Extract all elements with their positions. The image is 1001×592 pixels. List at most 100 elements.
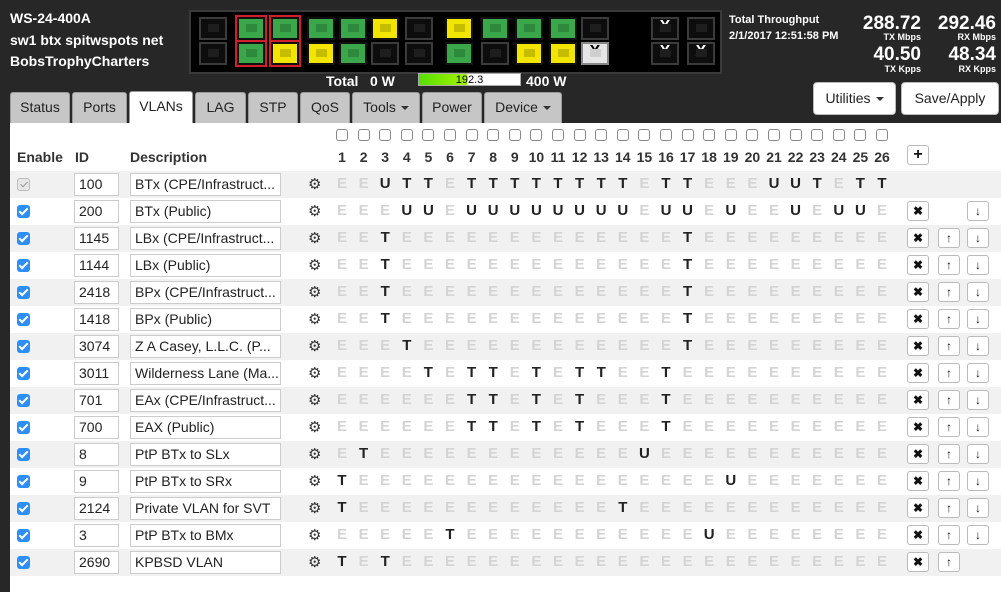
port-membership-cell[interactable]: E: [871, 525, 893, 545]
port-membership-cell[interactable]: E: [504, 471, 526, 491]
port-membership-cell[interactable]: E: [785, 282, 807, 302]
port-membership-cell[interactable]: E: [633, 201, 655, 221]
port-membership-cell[interactable]: E: [417, 309, 439, 329]
port-membership-cell[interactable]: E: [655, 471, 677, 491]
port-membership-cell[interactable]: E: [763, 444, 785, 464]
port-membership-cell[interactable]: U: [677, 201, 699, 221]
port-membership-cell[interactable]: E: [741, 471, 763, 491]
port-membership-cell[interactable]: E: [655, 228, 677, 248]
port-membership-cell[interactable]: E: [698, 336, 720, 356]
port-membership-cell[interactable]: E: [828, 444, 850, 464]
vlan-id-field[interactable]: 3: [74, 524, 119, 547]
switch-port[interactable]: [445, 17, 473, 40]
port-membership-cell[interactable]: E: [374, 417, 396, 437]
port-membership-cell[interactable]: U: [785, 174, 807, 194]
port-membership-cell[interactable]: E: [806, 228, 828, 248]
port-membership-cell[interactable]: E: [461, 282, 483, 302]
port-select-checkbox[interactable]: [616, 129, 629, 141]
gear-icon[interactable]: ⚙: [308, 229, 321, 247]
port-membership-cell[interactable]: E: [590, 336, 612, 356]
move-up-button[interactable]: ↑: [938, 255, 960, 275]
port-membership-cell[interactable]: E: [612, 552, 634, 572]
port-membership-cell[interactable]: T: [374, 228, 396, 248]
port-membership-cell[interactable]: E: [763, 255, 785, 275]
port-membership-cell[interactable]: E: [612, 255, 634, 275]
port-membership-cell[interactable]: E: [612, 417, 634, 437]
port-membership-cell[interactable]: E: [331, 444, 353, 464]
port-membership-cell[interactable]: E: [806, 309, 828, 329]
port-membership-cell[interactable]: E: [439, 444, 461, 464]
port-membership-cell[interactable]: E: [439, 363, 461, 383]
port-membership-cell[interactable]: E: [633, 336, 655, 356]
port-membership-cell[interactable]: E: [504, 336, 526, 356]
move-down-button[interactable]: ↓: [967, 228, 989, 248]
tab-device[interactable]: Device: [484, 92, 562, 123]
port-membership-cell[interactable]: E: [806, 363, 828, 383]
enable-checkbox[interactable]: [17, 232, 30, 245]
port-membership-cell[interactable]: E: [504, 444, 526, 464]
port-membership-cell[interactable]: E: [720, 255, 742, 275]
port-membership-cell[interactable]: E: [785, 255, 807, 275]
port-membership-cell[interactable]: E: [785, 498, 807, 518]
port-membership-cell[interactable]: T: [396, 174, 418, 194]
port-membership-cell[interactable]: T: [569, 417, 591, 437]
port-membership-cell[interactable]: E: [633, 255, 655, 275]
gear-icon[interactable]: ⚙: [308, 526, 321, 544]
delete-vlan-button[interactable]: ✖: [907, 552, 929, 572]
port-membership-cell[interactable]: E: [612, 390, 634, 410]
port-membership-cell[interactable]: E: [396, 255, 418, 275]
port-membership-cell[interactable]: E: [482, 309, 504, 329]
port-membership-cell[interactable]: E: [417, 228, 439, 248]
switch-port[interactable]: [269, 15, 301, 42]
port-membership-cell[interactable]: U: [569, 201, 591, 221]
vlan-id-field[interactable]: 3011: [74, 362, 119, 385]
port-membership-cell[interactable]: E: [849, 255, 871, 275]
port-membership-cell[interactable]: E: [396, 228, 418, 248]
delete-vlan-button[interactable]: ✖: [907, 336, 929, 356]
port-membership-cell[interactable]: E: [353, 336, 375, 356]
port-membership-cell[interactable]: E: [741, 525, 763, 545]
port-membership-cell[interactable]: E: [871, 228, 893, 248]
port-membership-cell[interactable]: E: [504, 417, 526, 437]
port-membership-cell[interactable]: E: [504, 390, 526, 410]
port-membership-cell[interactable]: E: [849, 444, 871, 464]
port-membership-cell[interactable]: E: [720, 309, 742, 329]
port-membership-cell[interactable]: E: [590, 255, 612, 275]
port-membership-cell[interactable]: E: [677, 444, 699, 464]
vlan-description-field[interactable]: Private VLAN for SVT: [130, 497, 281, 520]
port-membership-cell[interactable]: E: [763, 498, 785, 518]
delete-vlan-button[interactable]: ✖: [907, 201, 929, 221]
port-membership-cell[interactable]: T: [396, 336, 418, 356]
gear-icon[interactable]: ⚙: [308, 499, 321, 517]
port-membership-cell[interactable]: E: [439, 498, 461, 518]
port-membership-cell[interactable]: E: [504, 228, 526, 248]
switch-port[interactable]: [235, 40, 267, 67]
port-membership-cell[interactable]: E: [871, 255, 893, 275]
port-membership-cell[interactable]: T: [655, 174, 677, 194]
port-membership-cell[interactable]: E: [849, 228, 871, 248]
move-down-button[interactable]: ↓: [967, 309, 989, 329]
port-membership-cell[interactable]: E: [741, 552, 763, 572]
port-membership-cell[interactable]: E: [633, 309, 655, 329]
port-membership-cell[interactable]: T: [677, 174, 699, 194]
port-membership-cell[interactable]: E: [461, 336, 483, 356]
port-membership-cell[interactable]: E: [763, 201, 785, 221]
switch-port[interactable]: [581, 17, 609, 40]
port-membership-cell[interactable]: E: [525, 336, 547, 356]
delete-vlan-button[interactable]: ✖: [907, 390, 929, 410]
vlan-id-field[interactable]: 1145: [74, 227, 119, 250]
port-membership-cell[interactable]: E: [655, 282, 677, 302]
delete-vlan-button[interactable]: ✖: [907, 363, 929, 383]
port-membership-cell[interactable]: E: [353, 417, 375, 437]
switch-port[interactable]: [339, 17, 367, 40]
port-membership-cell[interactable]: E: [633, 552, 655, 572]
port-membership-cell[interactable]: E: [417, 417, 439, 437]
port-membership-cell[interactable]: E: [655, 552, 677, 572]
port-membership-cell[interactable]: E: [828, 336, 850, 356]
port-membership-cell[interactable]: E: [461, 228, 483, 248]
port-membership-cell[interactable]: E: [720, 228, 742, 248]
port-membership-cell[interactable]: E: [698, 390, 720, 410]
delete-vlan-button[interactable]: ✖: [907, 444, 929, 464]
port-membership-cell[interactable]: E: [439, 552, 461, 572]
port-membership-cell[interactable]: E: [677, 525, 699, 545]
